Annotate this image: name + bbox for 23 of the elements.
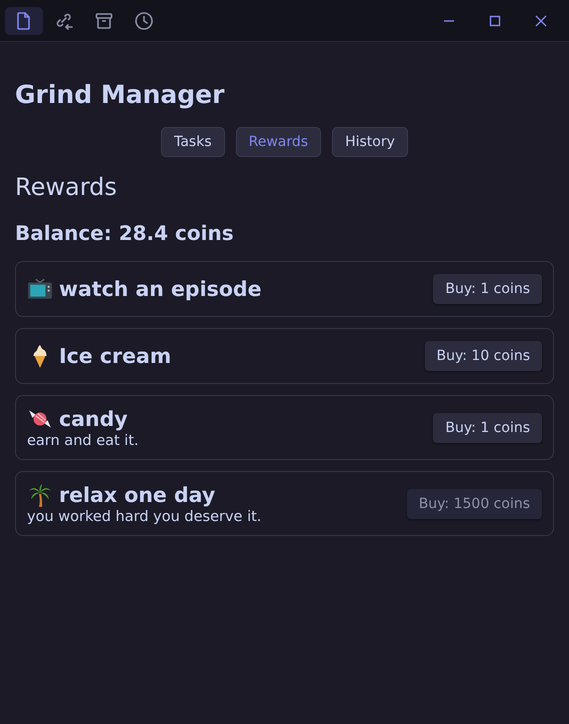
- tab[interactable]: History: [332, 127, 408, 157]
- app-title: Grind Manager: [15, 80, 226, 109]
- link-arrow-icon: [54, 10, 74, 30]
- buy-button[interactable]: Buy: 10 coins: [424, 341, 542, 371]
- reward-description: you worked hard you deserve it.: [27, 509, 262, 525]
- tab[interactable]: Rewards: [236, 127, 322, 157]
- tv-icon: [27, 276, 53, 302]
- close-icon: [535, 14, 547, 26]
- reward-name: Ice cream: [59, 344, 172, 368]
- reward-name: watch an episode: [59, 277, 262, 301]
- reward-description: earn and eat it.: [27, 433, 140, 449]
- buy-button[interactable]: Buy: 1 coins: [433, 412, 542, 442]
- section-title: Rewards: [15, 173, 118, 201]
- archive-box-icon: [94, 10, 114, 30]
- palm-tree-icon: [27, 482, 53, 508]
- balance-text: Balance: 28.4 coins: [15, 221, 235, 245]
- tab[interactable]: Tasks: [161, 127, 225, 157]
- maximize-icon: [489, 14, 501, 26]
- clock-icon: [134, 10, 154, 30]
- reward-name: candy: [59, 407, 128, 431]
- reward-name: relax one day: [59, 483, 216, 507]
- buy-button[interactable]: Buy: 1 coins: [433, 274, 542, 304]
- file-button[interactable]: [5, 6, 43, 34]
